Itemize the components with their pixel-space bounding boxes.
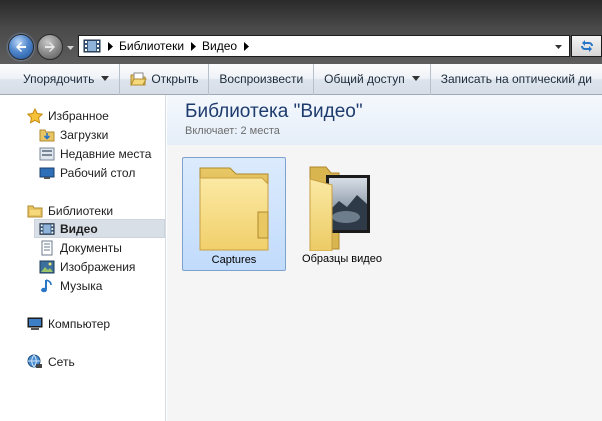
nav-label: Загрузки: [60, 127, 109, 142]
play-button[interactable]: Воспроизвести: [209, 64, 313, 94]
share-button[interactable]: Общий доступ: [314, 64, 430, 94]
play-label: Воспроизвести: [219, 72, 304, 86]
item-name: Образцы видео: [302, 253, 382, 265]
video-library-icon: [38, 221, 55, 237]
list-item[interactable]: Captures: [182, 157, 286, 271]
nav-item-music[interactable]: Музыка: [38, 276, 102, 295]
library-header: Библиотека "Видео" Включает: 2 места: [167, 95, 602, 145]
nav-label: Библиотеки: [48, 203, 114, 218]
share-label: Общий доступ: [324, 72, 405, 86]
recent-places-icon: [38, 146, 55, 162]
navigation-pane: Избранное Загрузки Недавние места Рабочи…: [0, 95, 166, 421]
page-title: Библиотека "Видео": [185, 101, 363, 122]
nav-label: Видео: [60, 221, 98, 236]
command-bar: Упорядочить Открыть Воспроизвести Общий …: [0, 63, 602, 95]
folder-with-video-thumbnail-icon: [309, 166, 370, 251]
libraries-folder-icon: [26, 203, 43, 219]
refresh-button[interactable]: [571, 35, 602, 57]
recent-pages-chevron-down-icon[interactable]: [66, 43, 75, 52]
nav-item-favorites[interactable]: Избранное: [26, 106, 109, 125]
back-button[interactable]: [8, 34, 34, 60]
nav-item-downloads[interactable]: Загрузки: [38, 125, 108, 144]
includes-locations-link[interactable]: 2 места: [240, 125, 279, 137]
breadcrumb-video[interactable]: Видео: [202, 39, 237, 53]
content-pane: Библиотека "Видео" Включает: 2 места Cap…: [167, 95, 602, 421]
documents-icon: [38, 240, 55, 256]
chevron-down-icon: [101, 76, 110, 81]
breadcrumb-libraries[interactable]: Библиотеки: [119, 39, 184, 53]
nav-label: Документы: [60, 240, 122, 255]
includes-label: Включает:: [185, 125, 238, 137]
open-label: Открыть: [151, 72, 199, 86]
title-bar: Библиотеки Видео: [0, 0, 602, 64]
nav-item-libraries[interactable]: Библиотеки: [26, 201, 113, 220]
library-includes: Включает: 2 места: [185, 125, 280, 137]
folder-icon: [199, 167, 269, 251]
nav-label: Компьютер: [48, 316, 111, 331]
forward-button[interactable]: [37, 34, 63, 60]
nav-label: Недавние места: [60, 146, 152, 161]
address-history-chevron-down-icon[interactable]: [554, 42, 563, 51]
nav-label: Рабочий стол: [60, 165, 136, 180]
nav-label: Избранное: [48, 108, 109, 123]
refresh-icon: [580, 40, 593, 52]
computer-icon: [26, 316, 43, 332]
network-globe-icon: [26, 354, 43, 370]
breadcrumb-chevron-right-icon[interactable]: [107, 41, 114, 51]
burn-label: Записать на оптический ди: [440, 72, 592, 86]
open-button[interactable]: Открыть: [120, 64, 208, 94]
nav-label: Сеть: [48, 354, 75, 369]
nav-item-documents[interactable]: Документы: [38, 238, 122, 257]
chevron-down-icon: [411, 76, 420, 81]
star-icon: [26, 107, 43, 124]
burn-button[interactable]: Записать на оптический ди: [431, 64, 602, 94]
organize-button[interactable]: Упорядочить: [13, 64, 119, 94]
nav-item-desktop[interactable]: Рабочий стол: [38, 163, 135, 182]
item-name: Captures: [211, 254, 257, 266]
open-folder-icon: [130, 72, 148, 85]
breadcrumb-chevron-right-icon[interactable]: [190, 41, 197, 51]
back-arrow-icon: [16, 42, 26, 52]
music-note-icon: [38, 278, 55, 294]
images-icon: [38, 259, 55, 275]
nav-label: Музыка: [60, 278, 103, 293]
video-library-icon: [83, 39, 101, 53]
organize-label: Упорядочить: [23, 72, 95, 86]
nav-item-network[interactable]: Сеть: [26, 352, 75, 371]
nav-item-computer[interactable]: Компьютер: [26, 314, 110, 333]
desktop-icon: [38, 165, 55, 181]
nav-label: Изображения: [60, 259, 136, 274]
breadcrumb-chevron-right-icon[interactable]: [243, 41, 250, 51]
file-list: Captures Образцы видео: [167, 145, 602, 421]
address-bar[interactable]: Библиотеки Видео: [78, 35, 570, 57]
nav-item-images[interactable]: Изображения: [38, 257, 135, 276]
nav-item-video[interactable]: Видео: [34, 219, 165, 238]
forward-arrow-icon: [45, 42, 55, 52]
list-item[interactable]: Образцы видео: [290, 157, 394, 271]
downloads-folder-icon: [38, 127, 55, 143]
nav-item-recent[interactable]: Недавние места: [38, 144, 151, 163]
